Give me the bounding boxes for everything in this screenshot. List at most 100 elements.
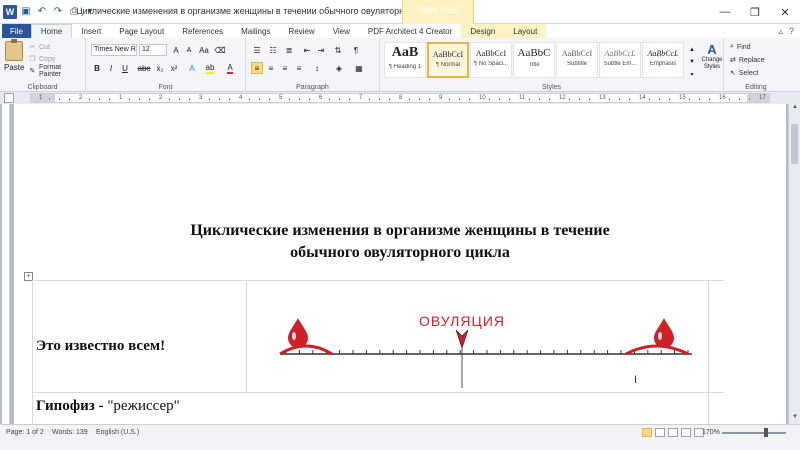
ruler-tick <box>659 98 660 100</box>
minimize-button[interactable]: — <box>710 0 740 24</box>
italic-button[interactable]: I <box>105 62 117 74</box>
word-count[interactable]: Words: 139 <box>52 429 88 436</box>
document-page[interactable]: Циклические изменения в организме женщин… <box>14 104 786 424</box>
redo-icon[interactable]: ↷ <box>51 5 65 19</box>
format-painter-button[interactable]: ✎ Format Painter <box>28 64 85 78</box>
ribbon-tabs: File Home Insert Page Layout References … <box>0 24 800 38</box>
ruler-tab-selector[interactable] <box>4 93 14 103</box>
ruler-tick <box>339 98 340 100</box>
text-effects-icon[interactable]: A <box>186 62 198 74</box>
clipboard-label: Clipboard <box>27 84 58 91</box>
tab-review[interactable]: Review <box>279 24 323 38</box>
style-name: Title <box>528 62 540 68</box>
cut-button[interactable]: ✂ Cut <box>28 41 85 53</box>
numbering-icon[interactable]: ☷ <box>267 44 279 56</box>
show-marks-icon[interactable]: ¶ <box>350 44 362 56</box>
ribbon-controls: ▵ ? <box>772 26 794 37</box>
change-styles-button[interactable]: A Change Styles <box>700 42 724 71</box>
justify-button[interactable]: ≡ <box>293 62 305 74</box>
table-tools-header: Table Tools <box>402 0 474 24</box>
shading-icon[interactable]: ◈ <box>333 62 345 74</box>
ruler-number: 15 <box>679 95 686 101</box>
scroll-up-icon[interactable]: ▲ <box>789 104 800 114</box>
full-screen-view-button[interactable] <box>655 428 665 437</box>
tab-design[interactable]: Design <box>461 24 505 38</box>
styles-scroll-up-icon[interactable]: ▲ <box>686 44 698 56</box>
table-tools-label: Table Tools <box>418 6 458 15</box>
find-button[interactable]: ⌕ Find <box>730 41 751 53</box>
change-case-button[interactable]: Aa <box>198 44 210 56</box>
borders-icon[interactable]: ▦ <box>353 62 365 74</box>
ruler-tick <box>609 98 610 100</box>
align-left-button[interactable]: ≡ <box>251 62 263 74</box>
tab-references[interactable]: References <box>173 24 232 38</box>
zoom-slider-thumb[interactable] <box>764 428 768 437</box>
font-color-icon[interactable]: A <box>224 62 236 74</box>
scrollbar-thumb[interactable] <box>791 124 798 164</box>
style-emphasis[interactable]: AaBbCcL Emphasis <box>642 42 684 78</box>
vertical-scrollbar[interactable]: ▲ ▼ <box>788 104 800 424</box>
bullets-icon[interactable]: ☰ <box>251 44 263 56</box>
web-layout-view-button[interactable] <box>668 428 678 437</box>
scroll-down-icon[interactable]: ▼ <box>789 414 800 424</box>
increase-indent-icon[interactable]: ⇥ <box>315 44 327 56</box>
print-layout-view-button[interactable] <box>642 428 652 437</box>
sort-icon[interactable]: ⇅ <box>332 44 344 56</box>
style-subtle-emphasis[interactable]: AaBbCcL Subtle Em... <box>599 42 641 78</box>
font-size-select[interactable]: 12 <box>139 44 167 56</box>
grow-font-button[interactable]: A <box>170 44 182 56</box>
ruler-tick <box>149 98 150 100</box>
ruler-left-margin <box>31 94 55 102</box>
style-no-spacing[interactable]: AaBbCcI ¶ No Spaci... <box>470 42 512 78</box>
tab-insert[interactable]: Insert <box>72 24 110 38</box>
style-subtitle[interactable]: AaBbCcI Subtitle <box>556 42 598 78</box>
row2-text: Гипофиз - "режиссер" <box>36 398 180 415</box>
styles-scroll-down-icon[interactable]: ▼ <box>686 56 698 68</box>
horizontal-ruler[interactable]: 1 2 1 2 3 4 5 6 7 8 9 10 11 12 13 14 15 16 17 <box>30 93 770 103</box>
outline-view-button[interactable] <box>681 428 691 437</box>
replace-button[interactable]: ⇄ Replace <box>730 54 765 66</box>
change-styles-icon: A <box>707 42 717 57</box>
ruler-tick <box>649 98 650 100</box>
zoom-slider[interactable] <box>722 428 786 437</box>
tab-home[interactable]: Home <box>30 24 73 38</box>
bold-button[interactable]: B <box>91 62 103 74</box>
style-normal[interactable]: AaBbCcI ¶ Normal <box>427 42 469 78</box>
page-count[interactable]: Page: 1 of 2 <box>6 429 44 436</box>
zoom-level[interactable]: 170% <box>702 429 720 436</box>
undo-icon[interactable]: ↶ <box>35 5 49 19</box>
styles-more-icon[interactable]: ▾ <box>686 68 698 80</box>
save-icon[interactable]: ▣ <box>19 5 33 19</box>
align-right-button[interactable]: ≡ <box>279 62 291 74</box>
underline-button[interactable]: U <box>119 62 131 74</box>
tab-layout[interactable]: Layout <box>504 24 547 38</box>
clear-format-icon[interactable]: ⌫ <box>214 44 226 56</box>
tab-file[interactable]: File <box>2 24 31 38</box>
tab-pdf-architect[interactable]: PDF Architect 4 Creator <box>359 24 461 38</box>
language-indicator[interactable]: English (U.S.) <box>96 429 139 436</box>
superscript-button[interactable]: x² <box>168 62 180 74</box>
close-button[interactable]: ✕ <box>770 0 800 24</box>
restore-button[interactable]: ❐ <box>740 0 770 24</box>
tab-page-layout[interactable]: Page Layout <box>110 24 173 38</box>
multilevel-list-icon[interactable]: ≣ <box>283 44 295 56</box>
paste-button[interactable]: Paste <box>4 39 24 72</box>
align-center-button[interactable]: ≡ <box>265 62 277 74</box>
ruler-number: 13 <box>599 95 606 101</box>
line-spacing-icon[interactable]: ↕ <box>311 62 323 74</box>
tab-view[interactable]: View <box>324 24 359 38</box>
highlight-icon[interactable]: ab <box>204 62 216 74</box>
select-button[interactable]: ↖ Select <box>730 67 758 79</box>
tab-mailings[interactable]: Mailings <box>232 24 279 38</box>
style-title[interactable]: AaBbC Title <box>513 42 555 78</box>
decrease-indent-icon[interactable]: ⇤ <box>301 44 313 56</box>
help-icon[interactable]: ? <box>789 26 794 37</box>
style-heading1[interactable]: AaB ¶ Heading 1 <box>384 42 426 78</box>
minimize-ribbon-icon[interactable]: ▵ <box>778 26 783 37</box>
shrink-font-button[interactable]: A <box>183 44 195 56</box>
ruler-tick <box>499 98 500 100</box>
ruler-tick <box>219 98 220 100</box>
strikethrough-button[interactable]: abc <box>138 62 151 74</box>
font-name-select[interactable]: Times New Ro <box>91 44 137 56</box>
subscript-button[interactable]: x₂ <box>154 62 166 74</box>
